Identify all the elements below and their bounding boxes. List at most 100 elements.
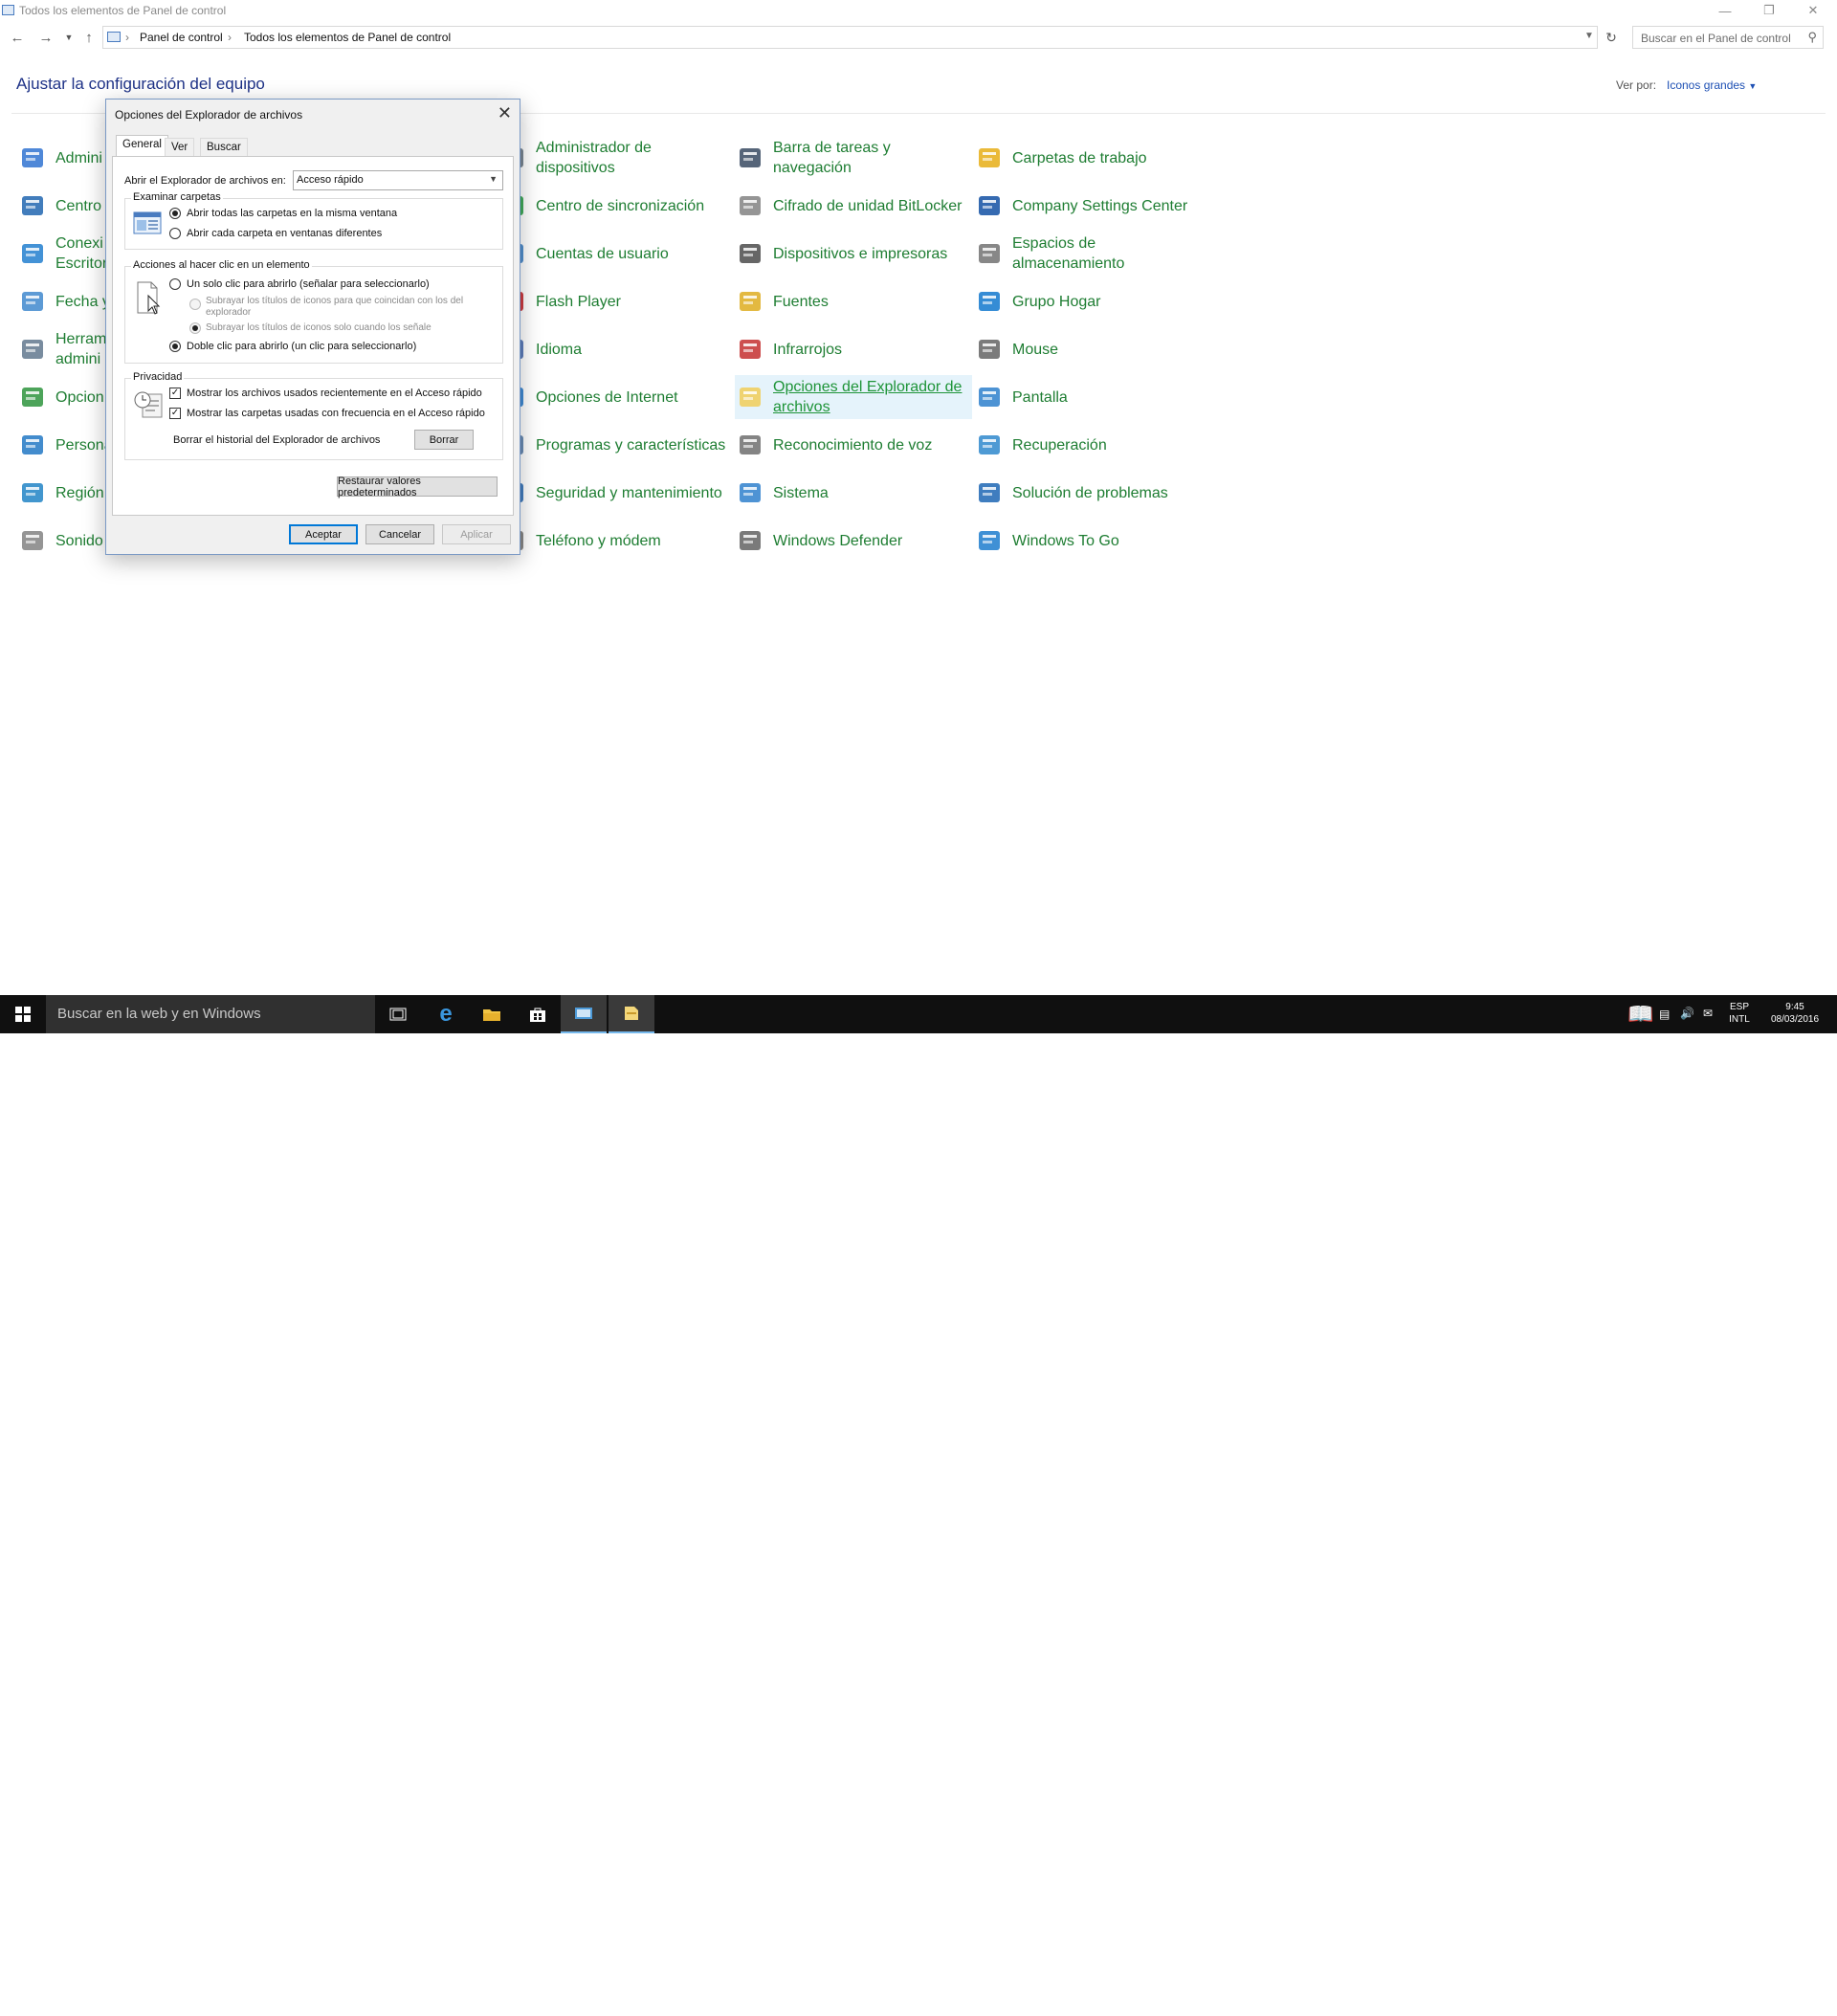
clock[interactable]: 9:45 08/03/2016: [1760, 1001, 1829, 1026]
restore-defaults-button[interactable]: Restaurar valores predeterminados: [337, 476, 498, 498]
search-input[interactable]: Buscar en el Panel de control ⚲: [1632, 26, 1824, 49]
file-explorer-icon[interactable]: [469, 995, 515, 1033]
infrared-icon: [735, 334, 765, 365]
underline-hover-radio[interactable]: [189, 322, 201, 334]
underline-always-label: Subrayar los títulos de iconos para que …: [206, 296, 464, 306]
double-click-label: Doble clic para abrirlo (un clic para se…: [187, 341, 417, 352]
view-by-dropdown[interactable]: Iconos grandes ▼: [1667, 78, 1757, 92]
back-icon[interactable]: ←: [8, 28, 27, 47]
cp-item-defender[interactable]: Windows Defender: [735, 519, 972, 563]
cp-item-language[interactable]: Idioma: [498, 327, 735, 371]
taskbar-search-placeholder: Buscar en la web y en Windows: [57, 1006, 261, 1022]
cp-item-company-settings[interactable]: Company Settings Center: [974, 184, 1211, 228]
cp-item-device-manager[interactable]: Administrador de dispositivos: [498, 136, 735, 180]
cp-item-flash-player[interactable]: Flash Player: [498, 279, 735, 323]
cp-item-label: Infrarrojos: [773, 341, 843, 358]
address-dropdown-icon[interactable]: ▼: [1584, 31, 1594, 41]
close-icon[interactable]: ✕: [498, 103, 512, 123]
network-icon[interactable]: ▤: [1659, 1008, 1670, 1021]
folder-options-taskbar-icon[interactable]: [609, 995, 654, 1033]
keyboard-layout: INTL: [1729, 1014, 1750, 1025]
display-icon: [974, 382, 1005, 412]
new-window-radio[interactable]: [169, 228, 181, 239]
cp-item-label: Espacios de almacenamiento: [1012, 235, 1125, 272]
control-panel-taskbar-icon[interactable]: [561, 995, 607, 1033]
store-icon[interactable]: [515, 995, 561, 1033]
taskbar-icon: [735, 143, 765, 173]
cp-item-windows-to-go[interactable]: Windows To Go: [974, 519, 1211, 563]
breadcrumb-control-panel[interactable]: Panel de control: [140, 31, 223, 44]
clear-history-button[interactable]: Borrar: [414, 430, 474, 450]
single-click-label: Un solo clic para abrirlo (señalar para …: [187, 278, 430, 290]
refresh-icon[interactable]: ↻: [1602, 28, 1621, 47]
cp-item-label: Programas y características: [536, 436, 726, 454]
cp-item-taskbar[interactable]: Barra de tareas y navegación: [735, 136, 972, 180]
close-icon[interactable]: ✕: [1791, 0, 1835, 21]
cp-item-security[interactable]: Seguridad y mantenimiento: [498, 471, 735, 515]
underline-always-radio[interactable]: [189, 299, 201, 310]
cp-item-troubleshooting[interactable]: Solución de problemas: [974, 471, 1211, 515]
start-icon[interactable]: [0, 995, 46, 1033]
cp-item-sync-center[interactable]: Centro de sincronización: [498, 184, 735, 228]
double-click-radio[interactable]: [169, 341, 181, 352]
taskbar-search-input[interactable]: Buscar en la web y en Windows: [46, 995, 375, 1033]
tab-view[interactable]: Ver: [165, 138, 195, 157]
cancel-button[interactable]: Cancelar: [365, 524, 434, 544]
homegroup-icon: [974, 286, 1005, 317]
cp-item-internet-options[interactable]: Opciones de Internet: [498, 375, 735, 419]
volume-icon[interactable]: 🔊: [1680, 1008, 1694, 1020]
edge-icon[interactable]: e: [423, 995, 469, 1033]
taskbar: Buscar en la web y en Windows e The Coll…: [0, 995, 1837, 2015]
single-click-radio[interactable]: [169, 278, 181, 290]
recent-dropdown-icon[interactable]: ▼: [59, 28, 78, 47]
forward-icon[interactable]: →: [36, 28, 55, 47]
cp-item-recovery[interactable]: Recuperación: [974, 423, 1211, 467]
recent-files-checkbox[interactable]: ✓: [169, 388, 181, 399]
minimize-icon[interactable]: —: [1703, 0, 1747, 21]
cp-item-infrared[interactable]: Infrarrojos: [735, 327, 972, 371]
cp-item-microphone[interactable]: Reconocimiento de voz: [735, 423, 972, 467]
cp-item-bitlocker[interactable]: Cifrado de unidad BitLocker: [735, 184, 972, 228]
tab-search[interactable]: Buscar: [200, 138, 248, 157]
cp-item-label: Carpetas de trabajo: [1012, 149, 1147, 166]
breadcrumb-all-items[interactable]: Todos los elementos de Panel de control: [244, 31, 451, 44]
control-panel-icon: [2, 5, 14, 15]
cp-item-homegroup[interactable]: Grupo Hogar: [974, 279, 1211, 323]
cp-item-printer[interactable]: Dispositivos e impresoras: [735, 232, 972, 276]
frequent-folders-checkbox[interactable]: ✓: [169, 408, 181, 419]
cp-item-display[interactable]: Pantalla: [974, 375, 1211, 419]
cp-item-fonts[interactable]: Fuentes: [735, 279, 972, 323]
input-language-indicator[interactable]: ESP INTL: [1724, 1001, 1755, 1026]
cp-item-system[interactable]: Sistema: [735, 471, 972, 515]
breadcrumb-separator: ›: [228, 31, 232, 44]
tab-general[interactable]: General: [116, 135, 168, 157]
ok-button[interactable]: Aceptar: [289, 524, 358, 544]
frequent-folders-label: Mostrar las carpetas usadas con frecuenc…: [187, 408, 485, 419]
cp-item-label: Seguridad y mantenimiento: [536, 484, 722, 501]
admin-tools-icon: [17, 143, 48, 173]
page-title: Ajustar la configuración del equipo: [16, 75, 265, 93]
view-by-label: Ver por:: [1616, 78, 1657, 92]
work-folders-icon: [974, 143, 1005, 173]
task-view-icon[interactable]: [375, 995, 421, 1033]
search-icon[interactable]: ⚲: [1807, 30, 1817, 45]
privacy-history-icon: [134, 391, 163, 418]
address-bar[interactable]: › Panel de control › Todos los elementos…: [102, 26, 1598, 49]
cp-item-label: Centro de sincronización: [536, 197, 705, 214]
cp-item-work-folders[interactable]: Carpetas de trabajo: [974, 136, 1211, 180]
same-window-radio[interactable]: [169, 208, 181, 219]
up-icon[interactable]: ↑: [79, 28, 99, 47]
apply-button[interactable]: Aplicar: [442, 524, 511, 544]
cp-item-phone-modem[interactable]: Teléfono y módem: [498, 519, 735, 563]
cp-item-mouse[interactable]: Mouse: [974, 327, 1211, 371]
cp-item-user-accounts[interactable]: Cuentas de usuario: [498, 232, 735, 276]
restore-icon[interactable]: ❐: [1747, 0, 1791, 21]
cp-item-label: Cuentas de usuario: [536, 245, 669, 262]
cp-item-storage-spaces[interactable]: Espacios de almacenamiento: [974, 232, 1211, 276]
action-center-icon[interactable]: ✉: [1703, 1008, 1713, 1020]
cp-item-programs[interactable]: Programas y características: [498, 423, 735, 467]
cp-item-folder-options[interactable]: Opciones del Explorador de archivos: [735, 375, 972, 419]
control-panel-icon: [107, 32, 121, 42]
open-in-select[interactable]: Acceso rápido ▼: [293, 170, 503, 190]
fonts-icon: [735, 286, 765, 317]
